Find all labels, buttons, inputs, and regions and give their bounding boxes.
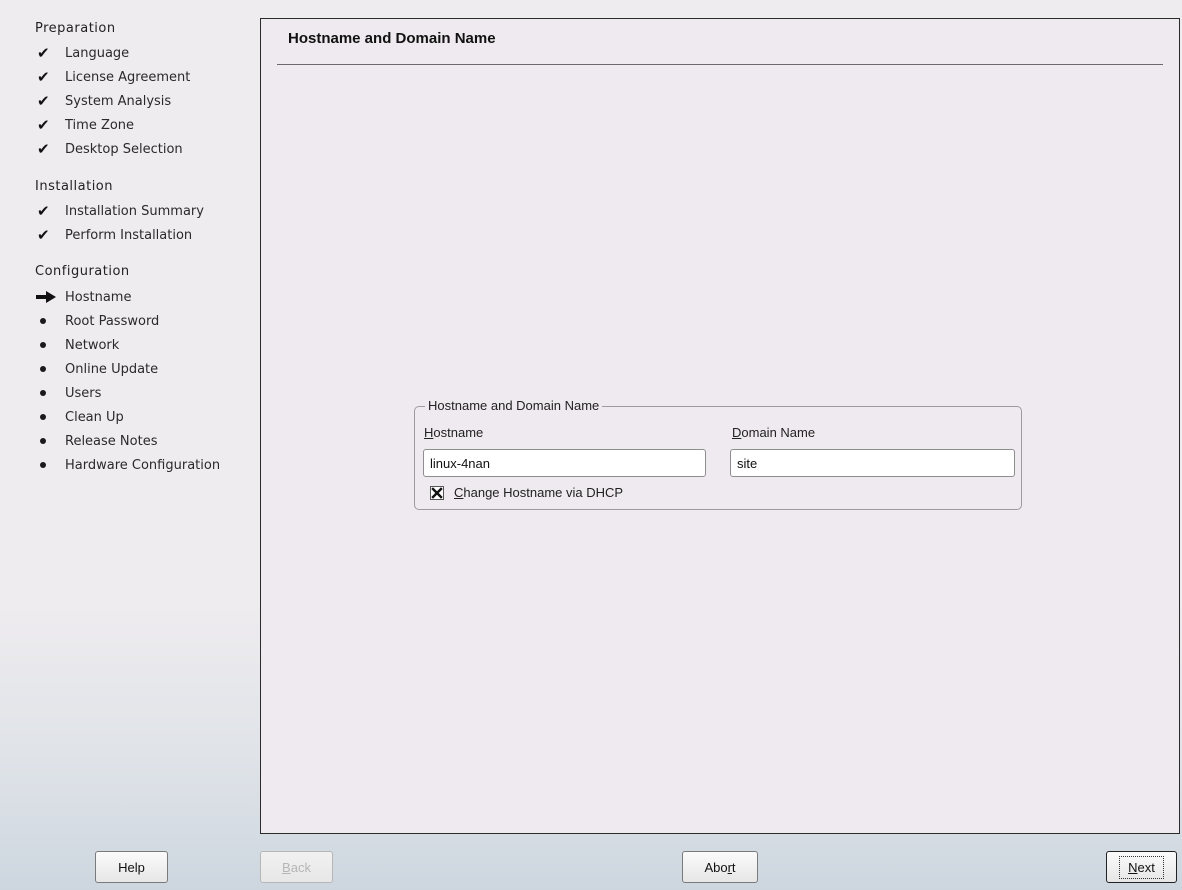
step-label: Hardware Configuration (65, 457, 221, 473)
check-icon: ✔ (37, 116, 50, 134)
step-online-update: Online Update (35, 358, 158, 380)
x-mark-icon (431, 486, 443, 499)
section-title-installation: Installation (35, 179, 114, 194)
step-license-agreement: ✔ License Agreement (35, 66, 190, 88)
sidebar: Preparation ✔ Language ✔ License Agreeme… (0, 0, 258, 840)
step-label: Root Password (65, 313, 160, 329)
step-label: Online Update (65, 361, 159, 377)
step-label: Clean Up (65, 409, 124, 425)
group-title: Hostname and Domain Name (425, 398, 603, 413)
title-divider (277, 64, 1163, 65)
step-time-zone: ✔ Time Zone (35, 114, 134, 136)
step-label: Users (65, 385, 102, 401)
section-title-preparation: Preparation (35, 21, 116, 36)
step-label: Network (65, 337, 120, 353)
check-icon: ✔ (37, 202, 50, 220)
page-title: Hostname and Domain Name (288, 30, 496, 47)
step-label: Release Notes (65, 433, 158, 449)
help-button[interactable]: Help (95, 851, 168, 883)
next-button-label: Next (1119, 855, 1164, 879)
step-hostname-current: Hostname (35, 286, 131, 308)
next-button[interactable]: Next (1106, 851, 1177, 883)
step-installation-summary: ✔ Installation Summary (35, 200, 204, 222)
main-panel: Hostname and Domain Name Hostname and Do… (260, 18, 1180, 834)
step-perform-installation: ✔ Perform Installation (35, 224, 192, 246)
check-icon: ✔ (37, 92, 50, 110)
check-icon: ✔ (37, 44, 50, 62)
step-root-password: Root Password (35, 310, 159, 332)
step-label: Desktop Selection (65, 141, 183, 157)
abort-button[interactable]: Abo r t (682, 851, 758, 883)
step-release-notes: Release Notes (35, 430, 157, 452)
check-icon: ✔ (37, 226, 50, 244)
dhcp-checkbox-row[interactable]: Change Hostname via DHCP (430, 485, 623, 500)
domain-name-label: Domain Name (732, 425, 816, 440)
step-users: Users (35, 382, 101, 404)
bullet-icon (35, 438, 65, 444)
step-label: System Analysis (65, 93, 172, 109)
bullet-icon (35, 342, 65, 348)
step-label: Perform Installation (65, 227, 193, 243)
domain-name-input[interactable] (730, 449, 1015, 477)
step-label: Installation Summary (65, 203, 204, 219)
check-icon: ✔ (37, 68, 50, 86)
arrow-right-icon (35, 290, 65, 304)
hostname-label: Hostname (424, 425, 484, 440)
step-label: Language (65, 45, 130, 61)
step-system-analysis: ✔ System Analysis (35, 90, 171, 112)
step-label: Time Zone (65, 117, 135, 133)
bullet-icon (35, 390, 65, 396)
section-title-configuration: Configuration (35, 264, 130, 279)
bullet-icon (35, 318, 65, 324)
dhcp-checkbox-label: Change Hostname via DHCP (454, 485, 624, 500)
step-desktop-selection: ✔ Desktop Selection (35, 138, 183, 160)
step-language: ✔ Language (35, 42, 129, 64)
bullet-icon (35, 462, 65, 468)
step-clean-up: Clean Up (35, 406, 124, 428)
hostname-input[interactable] (423, 449, 706, 477)
back-button[interactable]: Back (260, 851, 333, 883)
step-hardware-configuration: Hardware Configuration (35, 454, 220, 476)
step-network: Network (35, 334, 119, 356)
step-label: Hostname (65, 289, 132, 305)
dhcp-checkbox[interactable] (430, 485, 444, 500)
bullet-icon (35, 414, 65, 420)
step-label: License Agreement (65, 69, 191, 85)
bullet-icon (35, 366, 65, 372)
hostname-group: Hostname and Domain Name Hostname Domain… (414, 398, 1022, 510)
check-icon: ✔ (37, 140, 50, 158)
